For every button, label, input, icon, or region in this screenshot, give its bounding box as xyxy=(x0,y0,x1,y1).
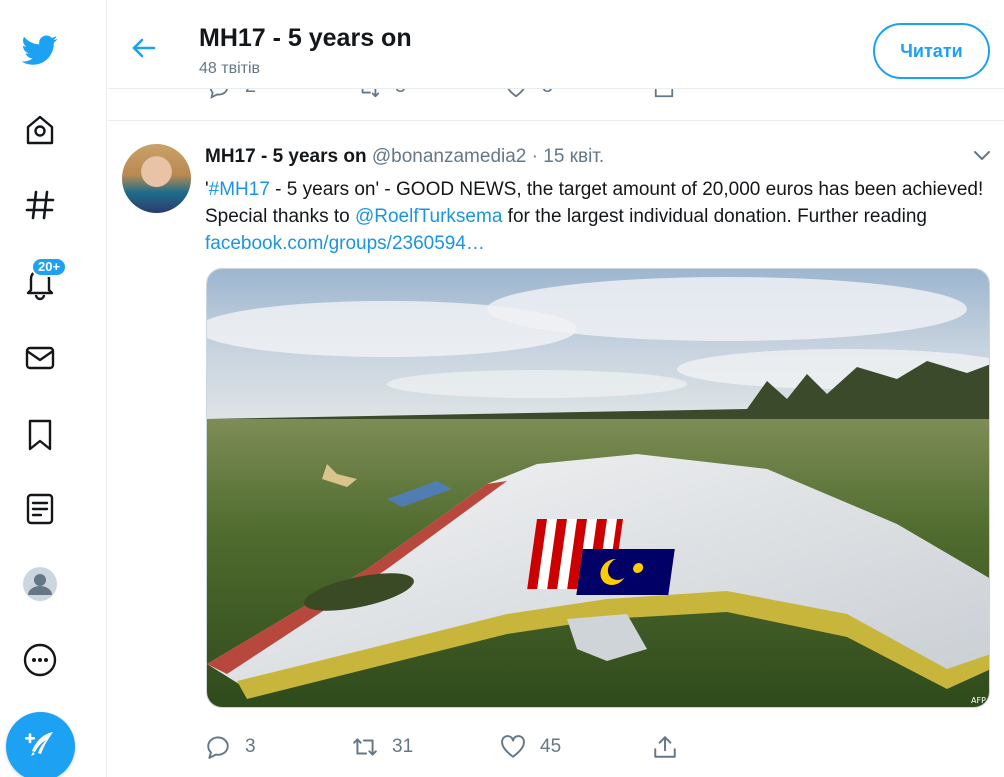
page-title: MH17 - 5 years on xyxy=(199,24,412,52)
follow-button[interactable]: Читати xyxy=(873,23,990,79)
tweet-photo[interactable]: AFP xyxy=(206,268,990,708)
retweet-count: 31 xyxy=(392,736,414,757)
notification-badge: 20+ xyxy=(31,257,68,277)
tweet-count: 48 твітів xyxy=(199,60,261,77)
tweet-header: MH17 - 5 years on @bonanzamedia2 · 15 кв… xyxy=(205,146,604,168)
retweet-icon xyxy=(353,738,377,756)
previous-retweet-count: 5 xyxy=(395,89,406,98)
author-handle[interactable]: @bonanzamedia2 xyxy=(372,146,527,167)
chevron-down-icon[interactable] xyxy=(972,148,992,162)
author-avatar[interactable] xyxy=(122,144,191,213)
reply-icon[interactable] xyxy=(208,89,230,99)
tweet-text-part2: for the largest individual donation. Fur… xyxy=(502,206,927,227)
reply-count: 3 xyxy=(245,736,256,757)
back-arrow-icon xyxy=(132,38,156,58)
external-url-link[interactable]: facebook.com/groups/2360594… xyxy=(205,233,485,254)
like-count: 45 xyxy=(540,736,562,757)
hashtag-link[interactable]: #MH17 xyxy=(209,179,270,200)
photo-watermark: AFP xyxy=(971,696,986,705)
mention-link[interactable]: @RoelfTurksema xyxy=(355,206,502,227)
retweet-button[interactable]: 31 xyxy=(352,732,413,762)
compose-tweet-button[interactable] xyxy=(6,712,75,777)
reply-button[interactable]: 3 xyxy=(205,732,256,762)
left-navigation: 20+ xyxy=(0,0,107,777)
reply-icon xyxy=(207,736,229,759)
like-icon[interactable] xyxy=(505,89,527,99)
timeline-header: MH17 - 5 years on 48 твітів Читати xyxy=(108,0,1004,89)
share-icon xyxy=(654,736,676,758)
tweet-date[interactable]: 15 квіт. xyxy=(543,146,604,167)
compose-tweet-icon xyxy=(25,732,53,756)
share-button[interactable] xyxy=(652,732,692,762)
author-name[interactable]: MH17 - 5 years on xyxy=(205,146,367,167)
tweet-actions: 3 31 45 xyxy=(205,732,685,762)
like-button[interactable]: 45 xyxy=(500,732,561,762)
separator-dot: · xyxy=(531,146,538,167)
previous-tweet-actions: 2 5 5 xyxy=(108,89,1004,121)
retweet-icon[interactable] xyxy=(358,89,380,99)
back-button[interactable] xyxy=(128,32,160,64)
previous-like-count: 5 xyxy=(542,89,553,98)
previous-reply-count: 2 xyxy=(245,89,256,98)
tweet[interactable]: MH17 - 5 years on @bonanzamedia2 · 15 кв… xyxy=(108,122,1004,777)
wreckage-photo: AFP xyxy=(207,269,989,707)
tweet-text: '#MH17 - 5 years on' - GOOD NEWS, the ta… xyxy=(205,176,985,257)
share-icon[interactable] xyxy=(653,89,675,99)
like-icon xyxy=(501,735,525,758)
